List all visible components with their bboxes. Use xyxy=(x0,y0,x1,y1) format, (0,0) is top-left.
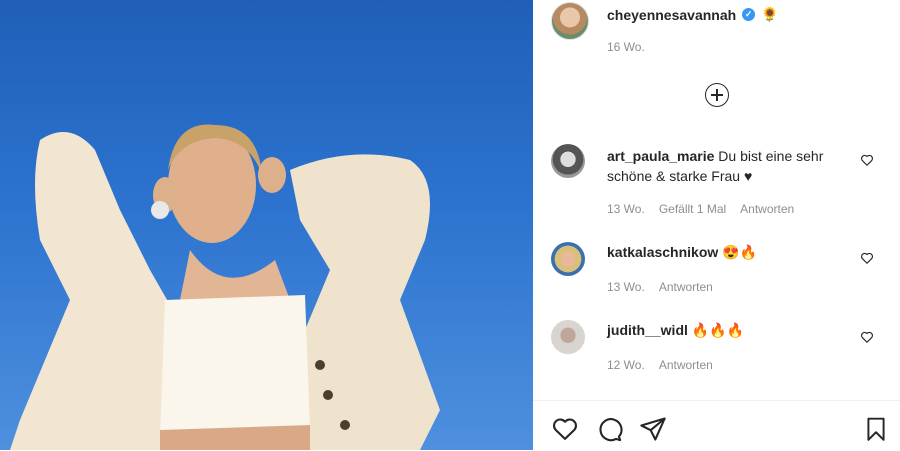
comment-item: judith__widl 🔥🔥🔥 xyxy=(607,320,867,340)
post-view: cheyennesavannah ✓ 🌻 16 Wo. art_paula_ma… xyxy=(0,0,900,450)
comment-item: katkalaschnikow 😍🔥 xyxy=(607,242,867,262)
post-photo[interactable] xyxy=(0,0,533,450)
comment-time[interactable]: 13 Wo. xyxy=(607,202,645,216)
comment-username[interactable]: art_paula_marie xyxy=(607,148,714,164)
paper-plane-icon[interactable] xyxy=(639,415,667,443)
comments-panel: cheyennesavannah ✓ 🌻 16 Wo. art_paula_ma… xyxy=(533,0,900,450)
bookmark-icon[interactable] xyxy=(863,415,889,443)
post-header: cheyennesavannah ✓ 🌻 xyxy=(607,6,779,23)
comment-text: Du bist eine sehr xyxy=(718,148,824,164)
heart-icon[interactable] xyxy=(860,330,874,344)
comment-time[interactable]: 13 Wo. xyxy=(607,280,645,294)
comment-meta: 13 Wo. Antworten xyxy=(607,280,713,294)
reply-button[interactable]: Antworten xyxy=(659,280,713,294)
commenter-avatar[interactable] xyxy=(551,242,585,276)
comment-item: art_paula_marie Du bist eine sehr schöne… xyxy=(607,146,867,186)
comment-text: 🔥🔥🔥 xyxy=(691,322,745,338)
verified-badge-icon: ✓ xyxy=(742,8,756,21)
reply-button[interactable]: Antworten xyxy=(740,202,794,216)
comment-time[interactable]: 12 Wo. xyxy=(607,358,645,372)
heart-icon[interactable] xyxy=(860,153,874,167)
plus-circle-icon[interactable] xyxy=(705,83,729,107)
action-bar xyxy=(533,400,900,451)
author-avatar[interactable] xyxy=(551,2,589,40)
comment-text-cont: schöne & starke Frau ♥ xyxy=(607,168,753,184)
comment-text: 😍🔥 xyxy=(722,244,758,260)
comment-meta: 12 Wo. Antworten xyxy=(607,358,713,372)
post-time[interactable]: 16 Wo. xyxy=(607,40,645,54)
heart-icon[interactable] xyxy=(551,415,579,443)
heart-icon[interactable] xyxy=(860,251,874,265)
author-username[interactable]: cheyennesavannah xyxy=(607,7,736,23)
comment-username[interactable]: katkalaschnikow xyxy=(607,244,718,260)
commenter-avatar[interactable] xyxy=(551,320,585,354)
author-emoji: 🌻 xyxy=(761,6,779,22)
comment-likes[interactable]: Gefällt 1 Mal xyxy=(659,202,726,216)
commenter-avatar[interactable] xyxy=(551,144,585,178)
comment-meta: 13 Wo. Gefällt 1 Mal Antworten xyxy=(607,202,794,216)
photo-illustration xyxy=(10,124,440,450)
reply-button[interactable]: Antworten xyxy=(659,358,713,372)
comment-bubble-icon[interactable] xyxy=(595,415,623,443)
comment-username[interactable]: judith__widl xyxy=(607,322,688,338)
